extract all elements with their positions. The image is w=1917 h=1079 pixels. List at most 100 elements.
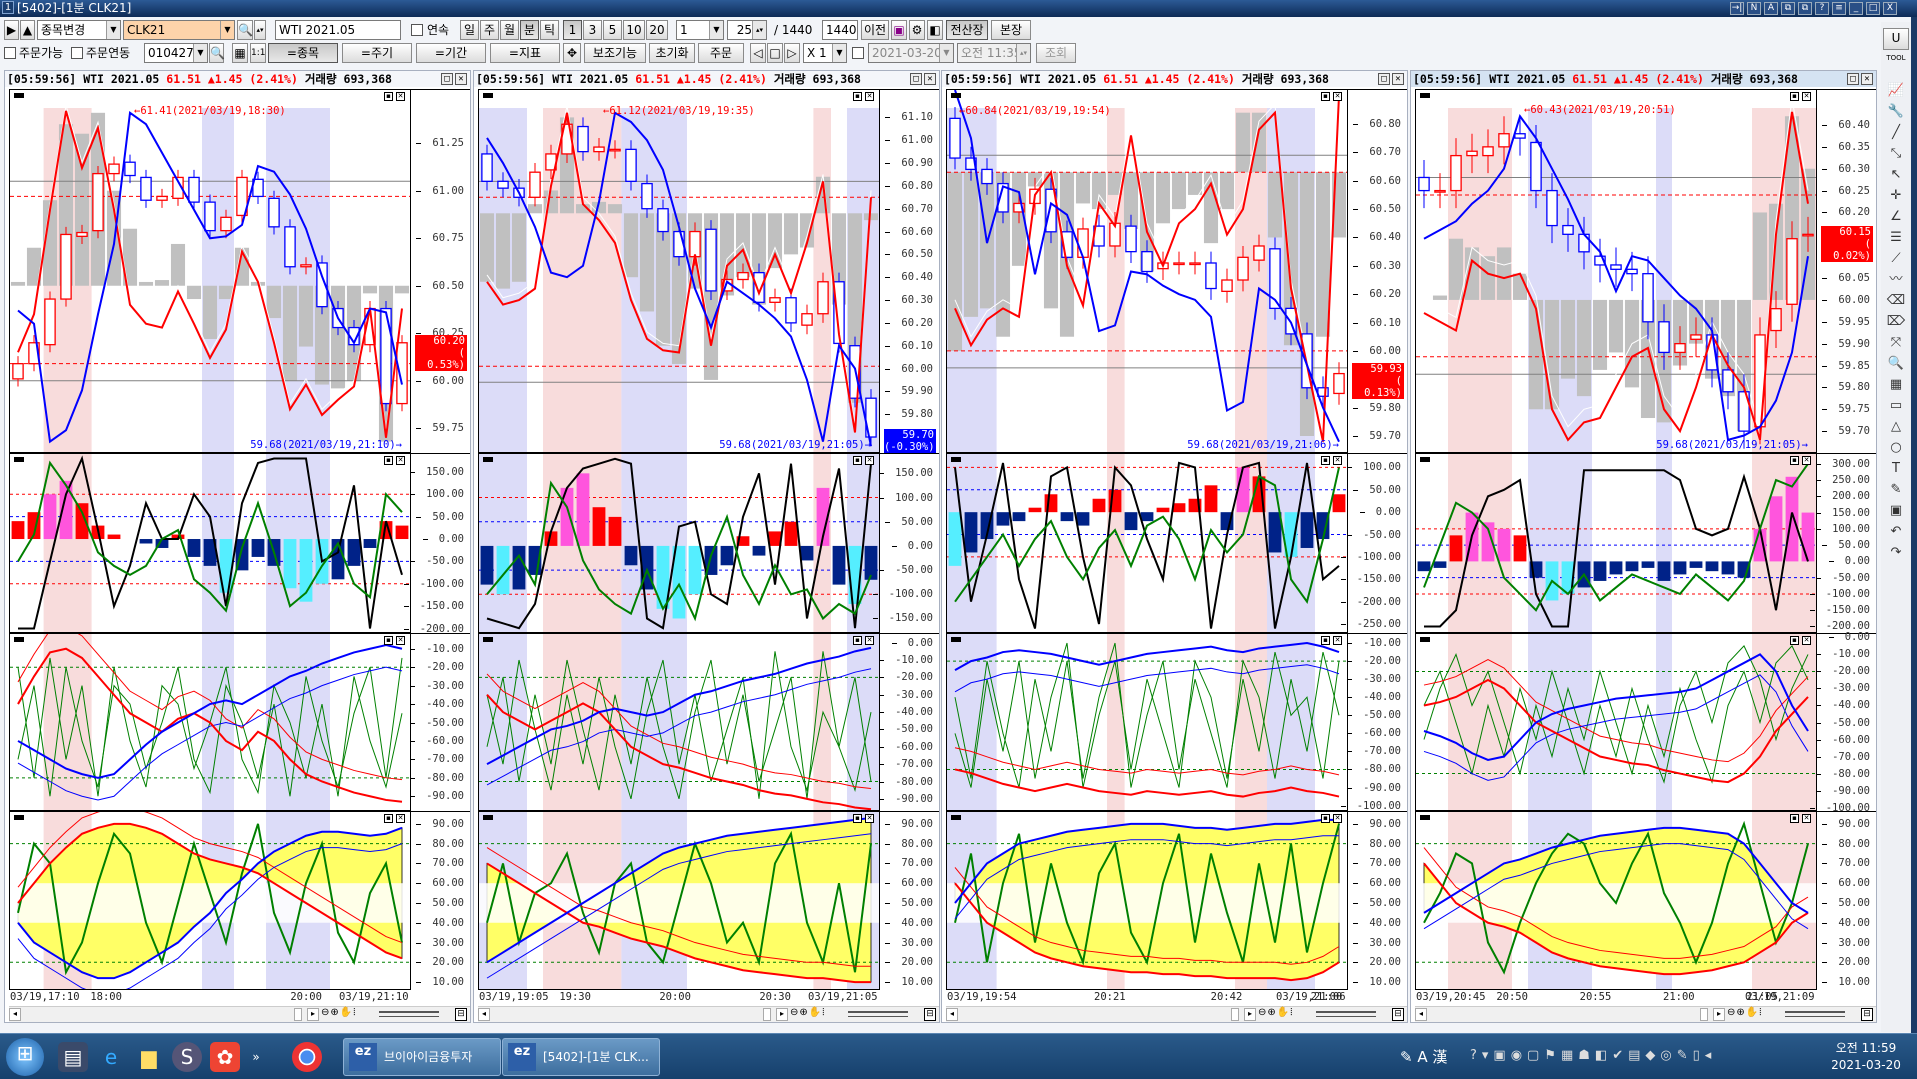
- window-control-1[interactable]: N: [1747, 2, 1761, 15]
- indicator-chart-sub3[interactable]: ▪ ✕ 0.00 -10.00 -20.00 -30.00 -40.00 -50.00 -60.…: [1415, 631, 1876, 814]
- indicator-chart-sub2[interactable]: ▪ ✕ 300.00 250.00 200.00 150.00 100.00 50.00 0.0…: [1415, 453, 1876, 633]
- split-icon[interactable]: ⊟: [455, 1008, 467, 1021]
- taskbar-app-2[interactable]: ez [5402]-[1분 CLK...: [502, 1038, 660, 1076]
- split-icon[interactable]: ⊟: [1861, 1008, 1873, 1021]
- save-icon[interactable]: ▣: [891, 20, 907, 40]
- window-control-4[interactable]: ⧉: [1798, 2, 1812, 15]
- period-0[interactable]: 일: [460, 20, 479, 40]
- chart-maximize-icon[interactable]: ▪: [853, 814, 862, 823]
- chart-menu-icon[interactable]: [483, 815, 493, 820]
- interval-3[interactable]: 10: [623, 20, 645, 40]
- chart-scrollbar[interactable]: ◂ ▸ ⊖⊕✋⦙ ⊟: [1415, 1006, 1876, 1022]
- plot-area[interactable]: ▪ ✕: [1415, 634, 1817, 811]
- draw-tool-icon-21[interactable]: ↶: [1884, 523, 1908, 541]
- interval-1[interactable]: 3: [583, 20, 602, 40]
- chart-menu-icon[interactable]: [951, 457, 961, 462]
- zoom-slider[interactable]: [379, 1011, 439, 1017]
- draw-tool-icon-2[interactable]: ╱: [1884, 124, 1908, 142]
- stop-icon[interactable]: □: [767, 43, 783, 63]
- chart-maximize-icon[interactable]: ▪: [853, 456, 862, 465]
- u-button[interactable]: U: [1883, 28, 1909, 50]
- period-2[interactable]: 월: [500, 20, 519, 40]
- chart-maximize-icon[interactable]: ▪: [853, 636, 862, 645]
- gear-icon[interactable]: ⚙: [909, 20, 925, 40]
- chrome-icon[interactable]: [292, 1042, 322, 1072]
- indicator-chart-sub4[interactable]: ▪ ✕ 90.00 80.00 70.00 60.00 50.00 40.00 30.00 20.…: [9, 811, 470, 990]
- draw-tool-icon-6[interactable]: ∠: [1884, 208, 1908, 226]
- indicator-chart-sub4[interactable]: ▪ ✕ 90.00 80.00 70.00 60.00 50.00 40.00 30.00 20.…: [478, 811, 939, 990]
- draw-tool-icon-13[interactable]: 🔍: [1884, 355, 1908, 373]
- scroll-right-icon[interactable]: ▷: [784, 43, 800, 63]
- chart-close-icon[interactable]: ✕: [396, 92, 405, 101]
- draw-tool-icon-22[interactable]: ↷: [1884, 544, 1908, 562]
- chart-menu-icon[interactable]: [14, 637, 24, 642]
- chart-close-icon[interactable]: ✕: [865, 456, 874, 465]
- zoom-slider[interactable]: [1785, 1011, 1845, 1017]
- chart-panel-1[interactable]: [05:59:56] WTI 2021.05 61.51 ▲1.45 (2.41…: [4, 70, 471, 1023]
- chart-menu-icon[interactable]: [483, 93, 493, 98]
- chart-maximize-icon[interactable]: ▪: [384, 636, 393, 645]
- s-app-icon[interactable]: S: [172, 1042, 202, 1072]
- chart-scrollbar[interactable]: ◂ ▸ ⊖⊕✋⦙ ⊟: [478, 1006, 939, 1022]
- window-control-2[interactable]: A: [1764, 2, 1778, 15]
- indicator-chart-sub3[interactable]: ▪ ✕ -10.00 -20.00 -30.00 -40.00 -50.00 -60.00 -7…: [9, 633, 470, 811]
- zoom-controls[interactable]: ⊖⊕✋⦙: [790, 1007, 825, 1018]
- plot-area[interactable]: ▪ ✕: [1415, 454, 1817, 633]
- maximize-panel-button[interactable]: □: [1378, 73, 1390, 85]
- draw-tool-icon-8[interactable]: ⟋: [1884, 250, 1908, 268]
- start-button[interactable]: ⊞: [6, 1038, 44, 1076]
- window-control-5[interactable]: ?: [1815, 2, 1829, 15]
- draw-tool-icon-20[interactable]: ▣: [1884, 502, 1908, 520]
- indicator-chart-sub2[interactable]: ▪ ✕ 100.00 50.00 0.00 -50.00 -100.00 -150.00 -20…: [946, 453, 1407, 633]
- zoom-select[interactable]: X 1 ▼: [803, 43, 847, 63]
- chart-maximize-icon[interactable]: ▪: [853, 92, 862, 101]
- draw-tool-icon-7[interactable]: ☰: [1884, 229, 1908, 247]
- chart-menu-icon[interactable]: [1420, 457, 1430, 462]
- y-axis[interactable]: 90.00 80.00 70.00 60.00 50.00 40.00 30.00 20.00…: [1348, 812, 1407, 990]
- settings-tab-3[interactable]: =지표: [490, 43, 560, 63]
- y-axis[interactable]: 60.4060.3560.3060.2560.2060.1560.1060.05…: [1817, 90, 1876, 453]
- chart-maximize-icon[interactable]: ▪: [1321, 814, 1330, 823]
- chart-close-icon[interactable]: ✕: [396, 814, 405, 823]
- chart-close-icon[interactable]: ✕: [865, 92, 874, 101]
- interval-4[interactable]: 20: [646, 20, 668, 40]
- total-input[interactable]: 1440: [822, 20, 858, 40]
- count-input[interactable]: 25 ▴▾: [727, 20, 767, 40]
- chart-menu-icon[interactable]: [1420, 637, 1430, 642]
- window-control-8[interactable]: □: [1866, 2, 1880, 15]
- chart-scrollbar[interactable]: ◂ ▸ ⊖⊕✋⦙ ⊟: [9, 1006, 470, 1022]
- y-axis[interactable]: 0.00 -10.00 -20.00 -30.00 -40.00 -50.00 -60.00…: [1809, 631, 1876, 814]
- date-checkbox[interactable]: [852, 47, 864, 59]
- paw-app-icon[interactable]: ✿: [210, 1042, 240, 1072]
- window-control-3[interactable]: ⧉: [1781, 2, 1795, 15]
- draw-tool-icon-11[interactable]: ⌦: [1884, 313, 1908, 331]
- plot-area[interactable]: ▪ ✕: [9, 454, 411, 633]
- plot-area[interactable]: ▪ ✕ ←61.12(2021/03/19,19:35) 59.68(2021/03…: [478, 90, 880, 453]
- settings-tab-2[interactable]: =기간: [416, 43, 486, 63]
- chart-menu-icon[interactable]: [1420, 815, 1430, 820]
- chart-maximize-icon[interactable]: ▪: [1790, 92, 1799, 101]
- y-axis[interactable]: 61.25 61.00 60.75 60.50 60.25 60.00 59.75 60.20…: [411, 90, 470, 453]
- interval-0[interactable]: 1: [563, 20, 582, 40]
- draw-tool-icon-10[interactable]: ⌫: [1884, 292, 1908, 310]
- scroll-thumb[interactable]: [1700, 1008, 1708, 1021]
- prev-button[interactable]: 이전: [861, 20, 889, 40]
- window-control-9[interactable]: X: [1883, 2, 1897, 15]
- settings-tab-0[interactable]: =종목: [268, 43, 338, 63]
- y-axis[interactable]: 90.00 80.00 70.00 60.00 50.00 40.00 30.00 20.00…: [1817, 812, 1876, 990]
- price-chart[interactable]: ▪ ✕ ←60.43(2021/03/19,20:51) 59.68(2021/03…: [1415, 89, 1876, 453]
- close-panel-button[interactable]: ✕: [1861, 73, 1873, 85]
- tool-label[interactable]: TOOL: [1883, 54, 1909, 62]
- taskbar-app-icon[interactable]: ▤: [58, 1042, 88, 1072]
- price-chart[interactable]: ▪ ✕ ←61.41(2021/03/19,18:30) 59.68(2021/03…: [9, 89, 470, 453]
- plot-area[interactable]: ▪ ✕: [946, 454, 1348, 633]
- plot-area[interactable]: ▪ ✕: [946, 812, 1348, 990]
- price-chart[interactable]: ▪ ✕ ←60.84(2021/03/19,19:54) 59.68(2021/03…: [946, 89, 1407, 453]
- window-control-7[interactable]: _: [1849, 2, 1863, 15]
- chart-menu-icon[interactable]: [951, 637, 961, 642]
- chart-close-icon[interactable]: ✕: [1802, 636, 1811, 645]
- chart-close-icon[interactable]: ✕: [1333, 92, 1342, 101]
- chart-menu-icon[interactable]: [1420, 93, 1430, 98]
- account-search-icon[interactable]: 🔍: [209, 43, 225, 63]
- y-axis[interactable]: -10.00 -20.00 -30.00 -40.00 -50.00 -60.00 -70.…: [410, 634, 470, 811]
